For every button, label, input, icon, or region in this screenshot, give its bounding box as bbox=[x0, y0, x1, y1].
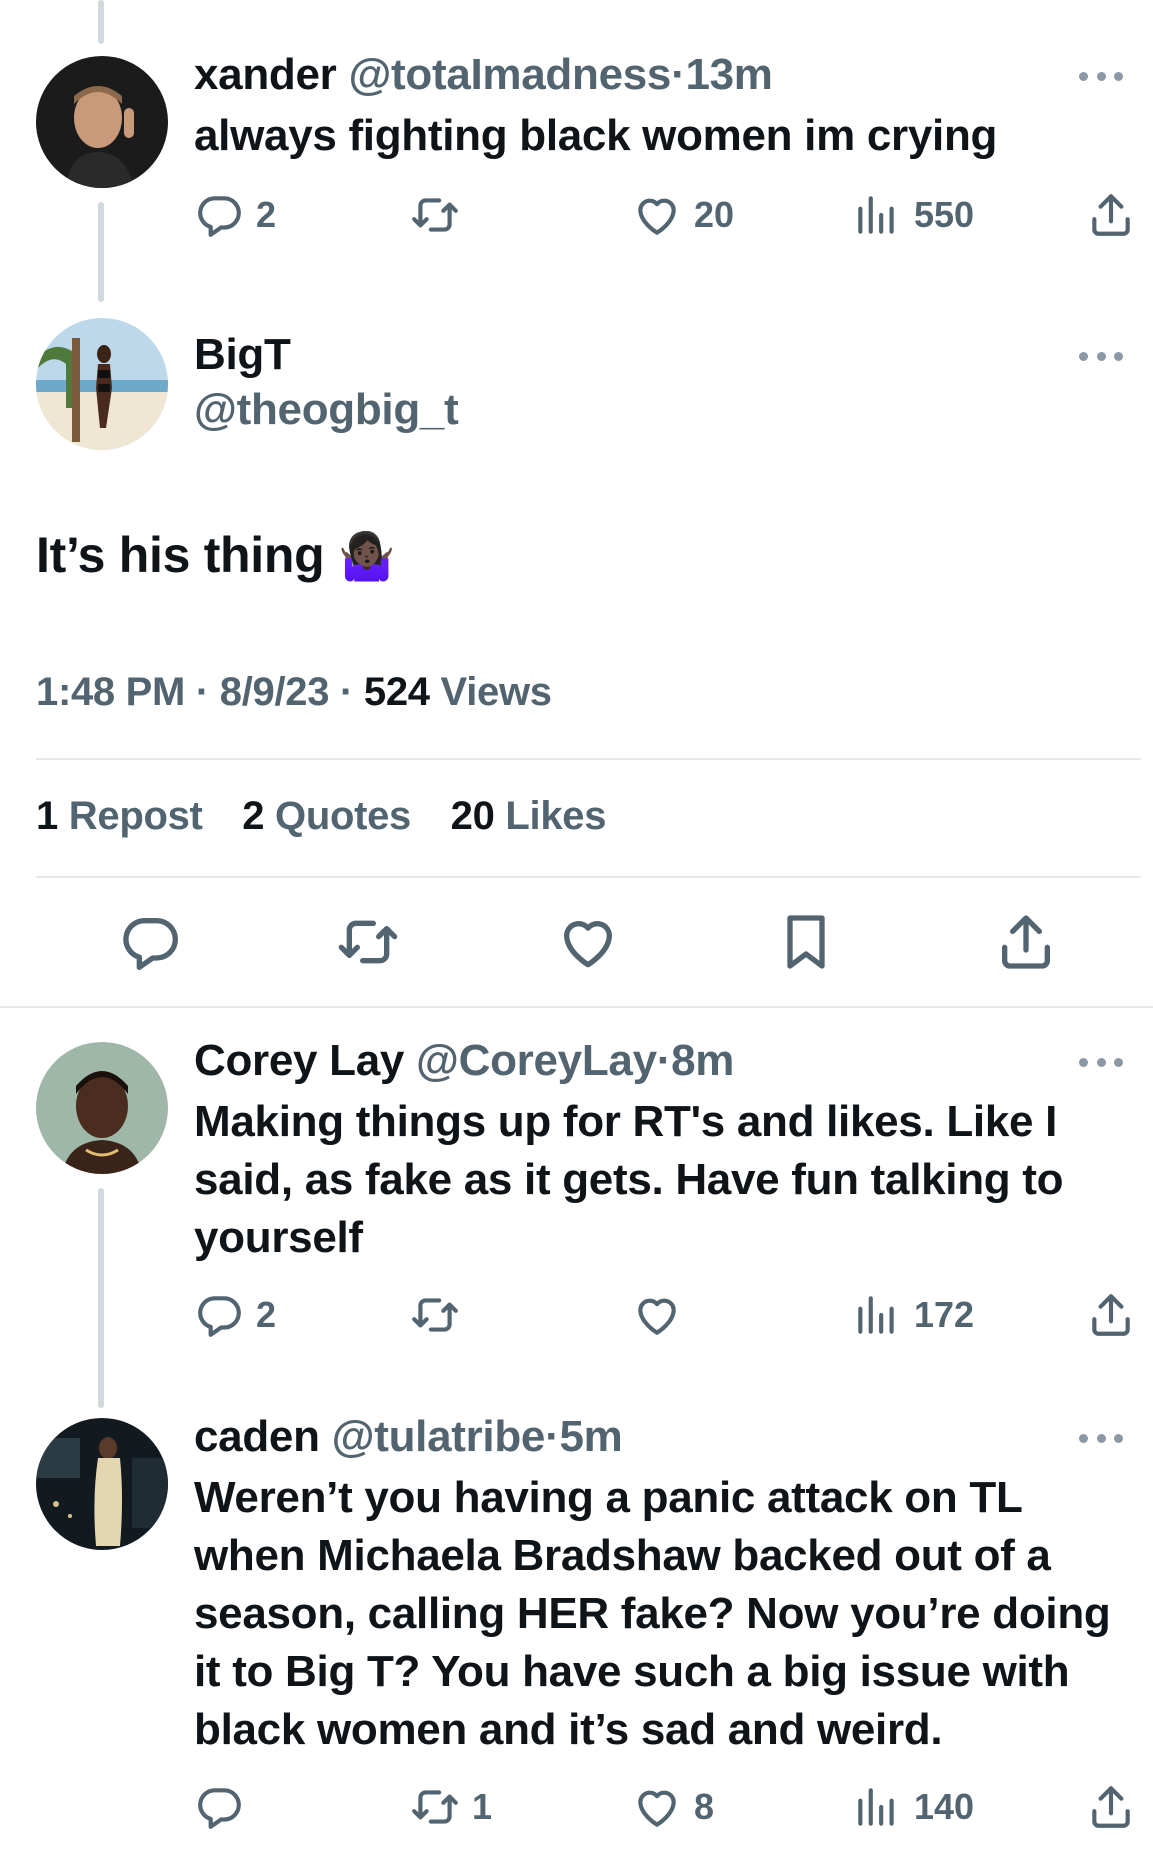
share-button[interactable] bbox=[1086, 190, 1136, 240]
repost-button[interactable] bbox=[410, 1290, 472, 1340]
thread-line bbox=[98, 202, 104, 302]
handle[interactable]: @totaImadness bbox=[348, 50, 671, 99]
like-button[interactable] bbox=[632, 1290, 694, 1340]
separator: · bbox=[340, 670, 354, 714]
reply-button[interactable] bbox=[194, 1782, 256, 1832]
main-tweet-text: It’s his thing 🤷🏿‍♀️ bbox=[36, 526, 395, 584]
reply-icon bbox=[194, 190, 244, 240]
share-button[interactable] bbox=[1086, 1290, 1136, 1340]
timestamp[interactable]: 13m bbox=[685, 50, 772, 99]
avatar[interactable] bbox=[36, 318, 168, 450]
tweet-date[interactable]: 8/9/23 bbox=[220, 670, 330, 714]
thread-line bbox=[98, 0, 104, 44]
repost-icon bbox=[336, 910, 400, 974]
repost-count: 1 bbox=[472, 1786, 493, 1827]
views-count: 140 bbox=[914, 1786, 975, 1827]
views-button[interactable]: 172 bbox=[852, 1290, 974, 1340]
reply-count: 2 bbox=[256, 194, 277, 235]
share-icon bbox=[1086, 1782, 1136, 1832]
reply-text: always fighting black women im crying bbox=[194, 111, 998, 160]
separator: · bbox=[671, 50, 686, 99]
handle[interactable]: @tulatribe bbox=[332, 1412, 546, 1461]
heart-icon bbox=[632, 1782, 682, 1832]
reply-button[interactable]: 2 bbox=[194, 1290, 276, 1340]
repost-icon bbox=[410, 1290, 460, 1340]
main-handle[interactable]: @theogbig_t bbox=[194, 385, 459, 435]
heart-icon bbox=[632, 1290, 682, 1340]
tweet-meta: 1:48 PM · 8/9/23 · 524 Views bbox=[36, 670, 552, 715]
heart-icon bbox=[632, 190, 682, 240]
share-icon bbox=[994, 910, 1058, 974]
handle[interactable]: @CoreyLay bbox=[416, 1036, 657, 1085]
display-name[interactable]: caden bbox=[194, 1412, 320, 1461]
avatar[interactable] bbox=[36, 56, 168, 188]
reply-icon bbox=[194, 1290, 244, 1340]
views-icon bbox=[852, 190, 902, 240]
like-count: 8 bbox=[694, 1786, 715, 1827]
views-button[interactable]: 140 bbox=[852, 1782, 974, 1832]
share-button[interactable] bbox=[994, 910, 1058, 974]
main-display-name[interactable]: BigT bbox=[194, 330, 291, 380]
display-name[interactable]: Corey Lay bbox=[194, 1036, 404, 1085]
views-count: 172 bbox=[914, 1294, 975, 1335]
divider bbox=[36, 876, 1141, 878]
likes-stat[interactable]: 20 Likes bbox=[451, 794, 607, 838]
repost-button[interactable] bbox=[336, 910, 400, 974]
reply-header: Corey Lay @CoreyLay·8m bbox=[194, 1036, 734, 1086]
reposts-stat[interactable]: 1 Repost bbox=[36, 794, 203, 838]
like-button[interactable]: 20 bbox=[632, 190, 734, 240]
reply-header: caden @tulatribe·5m bbox=[194, 1412, 623, 1462]
more-icon[interactable] bbox=[1079, 1056, 1123, 1068]
reply-button[interactable]: 2 bbox=[194, 190, 276, 240]
heart-icon bbox=[556, 910, 620, 974]
repost-icon bbox=[410, 1782, 460, 1832]
views-label: Views bbox=[440, 670, 552, 714]
timestamp[interactable]: 5m bbox=[559, 1412, 622, 1461]
reply-count: 2 bbox=[256, 1294, 277, 1335]
avatar[interactable] bbox=[36, 1418, 168, 1550]
like-button[interactable] bbox=[556, 910, 620, 974]
thread-line bbox=[98, 1188, 104, 1408]
views-count: 524 bbox=[363, 670, 430, 714]
tweet-text: It’s his thing bbox=[36, 527, 325, 583]
reply-header: xander @totaImadness·13m bbox=[194, 50, 773, 100]
display-name[interactable]: xander bbox=[194, 50, 337, 99]
separator: · bbox=[195, 670, 209, 714]
divider bbox=[0, 1006, 1153, 1008]
timestamp[interactable]: 8m bbox=[671, 1036, 734, 1085]
share-icon bbox=[1086, 1290, 1136, 1340]
bookmark-button[interactable] bbox=[774, 910, 838, 974]
reply-button[interactable] bbox=[118, 910, 182, 974]
separator: · bbox=[545, 1412, 560, 1461]
separator: · bbox=[656, 1036, 672, 1085]
repost-icon bbox=[410, 190, 460, 240]
reply-text: Weren’t you having a panic attack on TL … bbox=[194, 1473, 1111, 1754]
repost-button[interactable]: 1 bbox=[410, 1782, 492, 1832]
shrug-emoji: 🤷🏿‍♀️ bbox=[337, 530, 395, 582]
repost-button[interactable] bbox=[410, 190, 472, 240]
like-count: 20 bbox=[694, 194, 735, 235]
share-button[interactable] bbox=[1086, 1782, 1136, 1832]
tweet-time[interactable]: 1:48 PM bbox=[36, 670, 185, 714]
views-button[interactable]: 550 bbox=[852, 190, 974, 240]
like-button[interactable]: 8 bbox=[632, 1782, 714, 1832]
reply-text: Making things up for RT's and likes. Lik… bbox=[194, 1097, 1064, 1262]
divider bbox=[36, 758, 1141, 760]
share-icon bbox=[1086, 190, 1136, 240]
views-icon bbox=[852, 1290, 902, 1340]
reply-icon bbox=[118, 910, 182, 974]
reply-icon bbox=[194, 1782, 244, 1832]
more-icon[interactable] bbox=[1079, 350, 1123, 362]
bookmark-icon bbox=[774, 910, 838, 974]
views-count: 550 bbox=[914, 194, 975, 235]
avatar[interactable] bbox=[36, 1042, 168, 1174]
more-icon[interactable] bbox=[1079, 70, 1123, 82]
quotes-stat[interactable]: 2 Quotes bbox=[242, 794, 411, 838]
engagement-stats: 1 Repost 2 Quotes 20 Likes bbox=[36, 794, 606, 839]
views-icon bbox=[852, 1782, 902, 1832]
more-icon[interactable] bbox=[1079, 1432, 1123, 1444]
